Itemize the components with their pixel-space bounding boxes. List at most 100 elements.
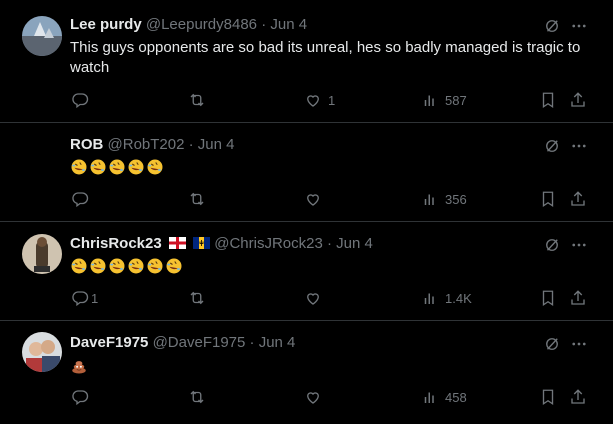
bookmark-icon (539, 91, 557, 109)
retweet-button[interactable] (188, 287, 212, 309)
rofl-emoji (108, 257, 126, 275)
tweet-text (70, 357, 590, 375)
share-button[interactable] (569, 89, 587, 111)
like-button[interactable]: 1 (304, 89, 335, 111)
tweet-text (70, 158, 590, 176)
tweet-actions: 1 1.4K (0, 287, 613, 309)
share-button[interactable] (569, 287, 587, 309)
reply-count: 1 (91, 290, 99, 306)
bookmark-icon (539, 388, 557, 406)
display-name[interactable]: ROB (70, 136, 103, 153)
tweet[interactable]: ChrisRock23 @ChrisJRock23 · Jun 4 1 1.4K (0, 222, 613, 320)
share-button[interactable] (569, 188, 587, 210)
reply-button[interactable] (71, 386, 95, 408)
like-count: 1 (328, 92, 336, 108)
grok-icon[interactable] (543, 236, 561, 254)
reply-button[interactable]: 1 (71, 287, 98, 309)
tweet-date[interactable]: Jun 4 (270, 16, 307, 33)
tweet-date[interactable]: Jun 4 (259, 334, 296, 351)
reply-button[interactable] (71, 89, 95, 111)
tweet[interactable]: ROB @RobT202 · Jun 4 356 (0, 123, 613, 221)
retweet-icon (188, 289, 206, 307)
display-name[interactable]: DaveF1975 (70, 334, 148, 351)
rofl-emoji (165, 257, 183, 275)
tweet-header: Lee purdy @Leepurdy8486 · Jun 4 (70, 15, 307, 35)
like-icon (304, 388, 322, 406)
reply-button[interactable] (71, 188, 95, 210)
like-icon (304, 190, 322, 208)
pile-of-poo-emoji (70, 357, 88, 375)
reply-icon (71, 388, 89, 406)
display-name[interactable]: ChrisRock23 (70, 235, 162, 252)
tweet-text: This guys opponents are so bad its unrea… (70, 39, 581, 76)
more-icon[interactable] (570, 236, 588, 254)
bookmark-button[interactable] (539, 188, 557, 210)
retweet-button[interactable] (188, 386, 212, 408)
retweet-icon (188, 190, 206, 208)
separator-dot: · (261, 16, 267, 33)
rofl-emoji (146, 257, 164, 275)
retweet-button[interactable] (188, 188, 212, 210)
barbados-flag-icon (193, 237, 211, 249)
bookmark-button[interactable] (539, 386, 557, 408)
tweet-date[interactable]: Jun 4 (336, 235, 373, 252)
views-button[interactable]: 587 (421, 89, 467, 111)
tweet-actions: 458 (0, 386, 613, 408)
tweet[interactable]: DaveF1975 @DaveF1975 · Jun 4 458 (0, 321, 613, 424)
user-handle[interactable]: @RobT202 (108, 136, 185, 153)
tweet-actions: 1 587 (0, 89, 613, 111)
like-button[interactable] (304, 287, 328, 309)
bookmark-button[interactable] (539, 89, 557, 111)
views-icon (421, 388, 439, 406)
rofl-emoji (108, 158, 126, 176)
more-icon[interactable] (570, 17, 588, 35)
share-icon (569, 190, 587, 208)
more-icon[interactable] (570, 335, 588, 353)
retweet-button[interactable] (188, 89, 212, 111)
like-button[interactable] (304, 386, 328, 408)
user-handle[interactable]: @Leepurdy8486 (146, 16, 257, 33)
like-button[interactable] (304, 188, 328, 210)
user-handle[interactable]: @ChrisJRock23 (214, 235, 323, 252)
views-icon (421, 91, 439, 109)
avatar[interactable] (22, 234, 62, 274)
views-count: 458 (445, 389, 467, 405)
separator-dot: · (249, 334, 255, 351)
reply-icon (71, 190, 89, 208)
avatar[interactable] (22, 16, 62, 56)
reply-icon (71, 289, 89, 307)
separator-dot: · (327, 235, 332, 252)
like-icon (304, 289, 322, 307)
tweet-date[interactable]: Jun 4 (198, 136, 235, 153)
user-handle[interactable]: @DaveF1975 (153, 334, 246, 351)
separator-dot: · (188, 136, 194, 153)
views-button[interactable]: 458 (421, 386, 467, 408)
grok-icon[interactable] (543, 17, 561, 35)
views-button[interactable]: 356 (421, 188, 467, 210)
grok-icon[interactable] (543, 137, 561, 155)
rofl-emoji (146, 158, 164, 176)
bookmark-button[interactable] (539, 287, 557, 309)
tweet-header: DaveF1975 @DaveF1975 · Jun 4 (70, 333, 295, 353)
reply-icon (71, 91, 89, 109)
views-count: 356 (445, 191, 467, 207)
views-icon (421, 190, 439, 208)
tweet-header: ChrisRock23 @ChrisJRock23 · Jun 4 (70, 234, 373, 254)
bookmark-icon (539, 190, 557, 208)
share-icon (569, 289, 587, 307)
views-count: 587 (445, 92, 467, 108)
share-icon (569, 91, 587, 109)
grok-icon[interactable] (543, 335, 561, 353)
tweet-actions: 356 (0, 188, 613, 210)
share-button[interactable] (569, 386, 587, 408)
rofl-emoji (70, 257, 88, 275)
retweet-icon (188, 388, 206, 406)
rofl-emoji (70, 158, 88, 176)
tweet-header: ROB @RobT202 · Jun 4 (70, 135, 235, 155)
tweet[interactable]: Lee purdy @Leepurdy8486 · Jun 4 This guy… (0, 0, 613, 122)
views-button[interactable]: 1.4K (421, 287, 472, 309)
more-icon[interactable] (570, 137, 588, 155)
display-name[interactable]: Lee purdy (70, 16, 142, 33)
avatar[interactable] (22, 332, 62, 372)
rofl-emoji (127, 257, 145, 275)
